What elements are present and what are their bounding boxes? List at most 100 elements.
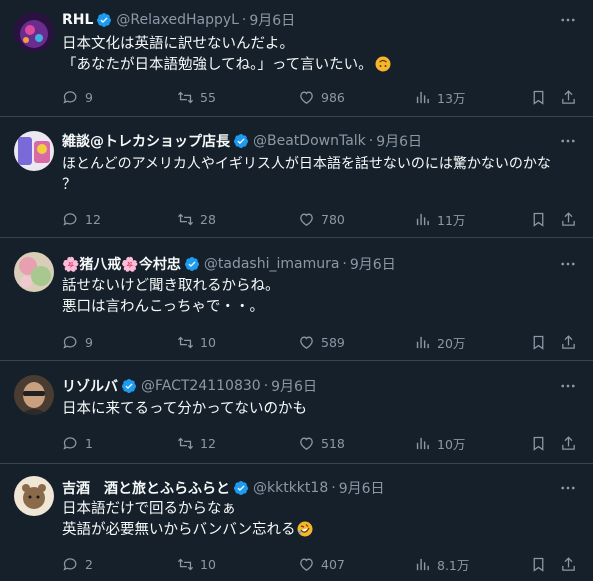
- timestamp[interactable]: 9月6日: [271, 376, 317, 396]
- retweet-icon: [177, 213, 194, 225]
- tweet-text: 日本に来てるって分かってないのかも: [62, 399, 573, 420]
- more-options-icon[interactable]: [557, 376, 579, 396]
- display-name[interactable]: RHL: [62, 12, 93, 28]
- share-icon: [562, 334, 575, 349]
- tweet-line: 日本文化は英語に訳せないんだよ。: [62, 36, 294, 52]
- retweet-button[interactable]: 28: [177, 209, 216, 229]
- reply-button[interactable]: 9: [62, 332, 93, 352]
- like-button[interactable]: 589: [298, 332, 345, 352]
- view-count: 11万: [437, 212, 466, 228]
- bookmark-button[interactable]: [530, 209, 547, 229]
- reply-button[interactable]: 12: [62, 209, 101, 229]
- tweet-actions: 2 10 407 8.1万: [62, 554, 579, 574]
- avatar[interactable]: [14, 12, 54, 52]
- views-button[interactable]: 8.1万: [414, 554, 469, 574]
- views-button[interactable]: 20万: [414, 332, 465, 352]
- heart-icon: [300, 91, 313, 104]
- more-options-icon[interactable]: [557, 478, 579, 498]
- tweet-actions: 1 12 518 10万: [62, 433, 579, 453]
- share-icon: [562, 211, 575, 226]
- avatar[interactable]: [14, 476, 54, 516]
- share-button[interactable]: [560, 433, 577, 453]
- share-button[interactable]: [560, 554, 577, 574]
- like-button[interactable]: 986: [298, 87, 345, 107]
- bookmark-button[interactable]: [530, 433, 547, 453]
- analytics-icon: [416, 336, 429, 348]
- display-name[interactable]: 雑談@トレカショップ店長: [62, 131, 230, 151]
- tweet-line: 「あなたが日本語勉強してね。」って言いたい。: [62, 55, 573, 76]
- retweet-button[interactable]: 55: [177, 87, 216, 107]
- separator: ·: [241, 12, 247, 28]
- like-button[interactable]: 518: [298, 433, 345, 453]
- display-name[interactable]: 吉酒 酒と旅とふらふらと: [62, 478, 230, 498]
- avatar[interactable]: [14, 252, 54, 292]
- tweet[interactable]: 雑談@トレカショップ店長 @BeatDownTalk · 9月6日 ほとんどのア…: [0, 117, 593, 238]
- handle[interactable]: @tadashi_imamura: [204, 256, 340, 272]
- more-options-icon[interactable]: [557, 254, 579, 274]
- reply-icon: [63, 335, 77, 349]
- retweet-count: 55: [200, 89, 216, 105]
- bookmark-button[interactable]: [530, 332, 547, 352]
- tweet[interactable]: RHL @RelaxedHappyL · 9月6日 日本文化は英語に訳せないんだ…: [0, 0, 593, 117]
- views-button[interactable]: 11万: [414, 209, 465, 229]
- bookmark-button[interactable]: [530, 87, 547, 107]
- like-count: 986: [321, 89, 345, 105]
- like-button[interactable]: 407: [298, 554, 345, 574]
- tweet[interactable]: 🌸猪八戒🌸今村忠 @tadashi_imamura · 9月6日 話せないけど聞…: [0, 238, 593, 361]
- tweet-line: 悪口は言わんこっちゃで・・。: [62, 299, 264, 315]
- tweet[interactable]: 吉酒 酒と旅とふらふらと @kktkkt18 · 9月6日 日本語だけで回るから…: [0, 464, 593, 581]
- tweet-line: 日本に来てるって分かってないのかも: [62, 401, 308, 417]
- like-button[interactable]: 780: [298, 209, 345, 229]
- handle[interactable]: @FACT24110830: [141, 378, 261, 394]
- like-count: 589: [321, 334, 345, 350]
- avatar[interactable]: [14, 131, 54, 171]
- display-name[interactable]: 🌸猪八戒🌸今村忠: [62, 254, 181, 274]
- retweet-button[interactable]: 10: [177, 554, 216, 574]
- share-button[interactable]: [560, 87, 577, 107]
- share-icon: [562, 89, 575, 104]
- separator: ·: [342, 256, 347, 272]
- timestamp[interactable]: 9月6日: [339, 478, 385, 498]
- verified-badge-icon: [184, 257, 199, 271]
- bookmark-icon: [533, 557, 544, 572]
- more-options-icon[interactable]: [557, 131, 579, 151]
- avatar[interactable]: [14, 375, 54, 415]
- reply-count: 9: [85, 89, 93, 105]
- retweet-button[interactable]: 10: [177, 332, 216, 352]
- reply-button[interactable]: 1: [62, 433, 93, 453]
- more-options-icon[interactable]: [557, 10, 579, 30]
- views-button[interactable]: 13万: [414, 87, 465, 107]
- bookmark-button[interactable]: [530, 554, 547, 574]
- reply-button[interactable]: 9: [62, 87, 93, 107]
- separator: ·: [331, 480, 336, 496]
- tweet-text: ほとんどのアメリカ人やイギリス人が日本語を話せないのには驚かないのかな ？: [62, 154, 573, 196]
- share-button[interactable]: [560, 209, 577, 229]
- display-name[interactable]: リゾルバ: [62, 376, 118, 396]
- tweet[interactable]: リゾルバ @FACT24110830 · 9月6日 日本に来てるって分かってない…: [0, 361, 593, 464]
- retweet-button[interactable]: 12: [177, 433, 216, 453]
- bookmark-icon: [533, 212, 544, 227]
- handle[interactable]: @RelaxedHappyL: [116, 12, 239, 28]
- like-count: 518: [321, 435, 345, 451]
- analytics-icon: [416, 437, 429, 449]
- reply-button[interactable]: 2: [62, 554, 93, 574]
- reply-icon: [63, 557, 77, 571]
- view-count: 10万: [437, 436, 466, 452]
- verified-badge-icon: [121, 379, 136, 393]
- timestamp[interactable]: 9月6日: [350, 254, 396, 274]
- handle[interactable]: @BeatDownTalk: [253, 133, 366, 149]
- analytics-icon: [416, 91, 429, 103]
- retweet-icon: [177, 91, 194, 103]
- analytics-icon: [416, 213, 429, 225]
- views-button[interactable]: 10万: [414, 433, 465, 453]
- timestamp[interactable]: 9月6日: [376, 131, 422, 151]
- share-button[interactable]: [560, 332, 577, 352]
- heart-icon: [300, 336, 313, 349]
- handle[interactable]: @kktkkt18: [253, 480, 328, 496]
- tweet-actions: 12 28 780 11万: [62, 209, 579, 229]
- analytics-icon: [416, 558, 429, 570]
- timestamp[interactable]: 9月6日: [249, 10, 295, 30]
- retweet-icon: [177, 558, 194, 570]
- tweet-line: ほとんどのアメリカ人やイギリス人が日本語を話せないのには驚かないのかな: [62, 156, 551, 172]
- retweet-count: 10: [200, 334, 216, 350]
